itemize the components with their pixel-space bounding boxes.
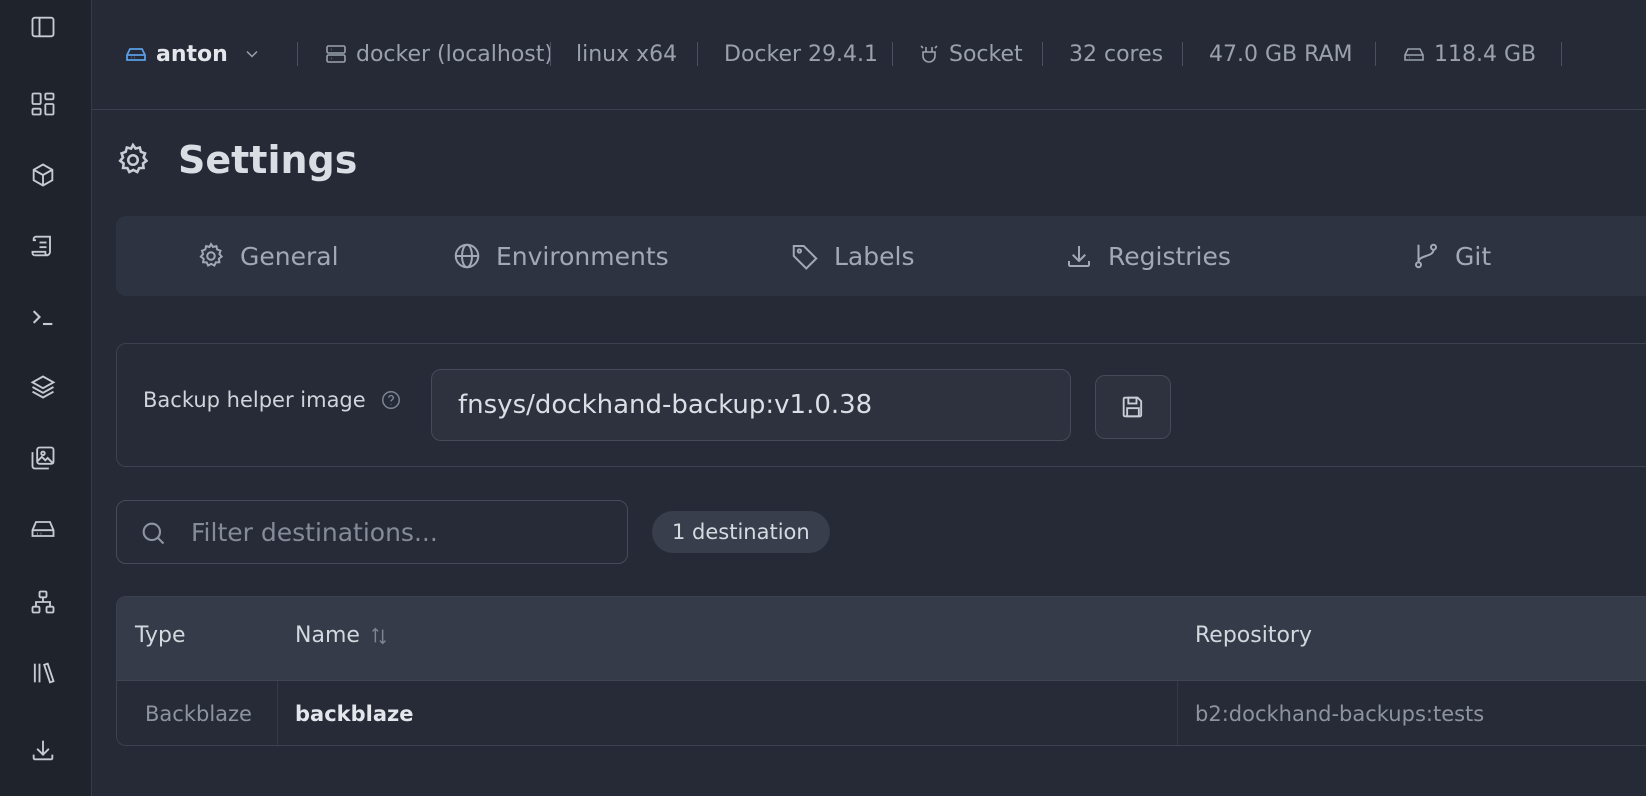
divider: [1375, 42, 1376, 66]
page-title: Settings: [178, 138, 358, 182]
drive-icon: [126, 48, 146, 61]
destination-count-badge: 1 destination: [652, 511, 830, 553]
socket-icon: [920, 45, 938, 63]
tab-environments[interactable]: Environments: [452, 234, 669, 278]
sort-icon[interactable]: [368, 625, 390, 647]
platform-info: linux x64: [576, 36, 677, 72]
cores-info: 32 cores: [1069, 36, 1163, 72]
layers-icon[interactable]: [26, 370, 60, 404]
column-header-label: Repository: [1195, 623, 1312, 648]
tab-label: Environments: [496, 241, 669, 271]
ram-label: 47.0 GB RAM: [1209, 41, 1353, 67]
tab-labels[interactable]: Labels: [790, 234, 914, 278]
save-icon: [1122, 396, 1143, 418]
docker-version-info: Docker 29.4.1: [724, 36, 878, 72]
divider: [297, 42, 298, 66]
tab-git[interactable]: Git: [1411, 234, 1491, 278]
column-header-repository[interactable]: Repository: [1195, 623, 1312, 648]
gear-icon: [118, 142, 149, 174]
host-info: docker (localhost): [324, 36, 553, 72]
top-bar: anton docker (localhost) linux x64 Docke…: [92, 0, 1646, 110]
environment-selector[interactable]: anton: [124, 36, 262, 72]
storage-icon[interactable]: [26, 512, 60, 546]
divider: [550, 42, 551, 66]
search-icon: [142, 522, 165, 545]
settings-tabs: General Environments Labels Registries G…: [116, 216, 1646, 296]
docker-version-label: Docker 29.4.1: [724, 41, 878, 67]
environment-name: anton: [156, 41, 228, 67]
cell-name: backblaze: [295, 702, 414, 726]
cores-label: 32 cores: [1069, 41, 1164, 67]
server-icon: [326, 45, 346, 63]
git-branch-icon: [1415, 243, 1437, 269]
save-button[interactable]: [1095, 375, 1171, 439]
divider: [1042, 42, 1043, 66]
backup-helper-label: Backup helper image: [143, 388, 402, 412]
platform-label: linux x64: [576, 41, 678, 67]
download-icon[interactable]: [26, 733, 60, 767]
network-icon[interactable]: [26, 585, 60, 619]
dashboard-icon[interactable]: [26, 87, 60, 121]
download-icon: [1068, 246, 1090, 267]
container-icon[interactable]: [26, 158, 60, 192]
terminal-icon[interactable]: [26, 300, 60, 334]
sidebar: [0, 0, 92, 796]
disk-info: 118.4 GB: [1402, 36, 1536, 72]
column-header-label: Name: [295, 623, 360, 648]
backup-helper-image-input[interactable]: [431, 369, 1071, 441]
tab-label: General: [240, 241, 339, 271]
filter-destinations: [116, 500, 628, 564]
column-header-label: Type: [135, 623, 186, 648]
filter-destinations-input[interactable]: [189, 501, 609, 563]
connection-label: Socket: [949, 41, 1023, 67]
chevron-down-icon: [246, 50, 258, 58]
cell-divider: [1177, 681, 1178, 745]
column-header-name[interactable]: Name: [295, 623, 390, 648]
tab-registries[interactable]: Registries: [1064, 234, 1231, 278]
divider: [892, 42, 893, 66]
sidebar-toggle-icon[interactable]: [26, 10, 60, 44]
tab-label: Registries: [1108, 241, 1231, 271]
connection-info: Socket: [917, 36, 1023, 72]
host-label: docker (localhost): [356, 41, 553, 67]
cell-divider: [277, 681, 278, 745]
divider: [697, 42, 698, 66]
table-header: Type Name Repository: [117, 597, 1646, 681]
tab-label: Git: [1455, 241, 1492, 271]
disk-icon: [1404, 48, 1424, 61]
help-icon[interactable]: [380, 389, 402, 411]
images-icon[interactable]: [26, 441, 60, 475]
divider: [1182, 42, 1183, 66]
backup-helper-card: Backup helper image: [116, 343, 1646, 467]
cell-type: Backblaze: [145, 702, 252, 726]
divider: [1561, 42, 1562, 66]
stacks-icon[interactable]: [26, 229, 60, 263]
disk-label: 118.4 GB: [1434, 41, 1537, 67]
backup-helper-label-text: Backup helper image: [143, 388, 366, 412]
library-icon[interactable]: [26, 656, 60, 690]
tab-label: Labels: [834, 241, 915, 271]
destinations-table: Type Name Repository Backblaze backblaze…: [116, 596, 1646, 746]
ram-info: 47.0 GB RAM: [1209, 36, 1353, 72]
cell-repository: b2:dockhand-backups:tests: [1195, 702, 1485, 726]
column-header-type[interactable]: Type: [135, 623, 186, 648]
page-header: Settings: [114, 134, 357, 186]
tag-icon: [792, 245, 818, 270]
gear-icon: [199, 242, 224, 267]
globe-icon: [454, 243, 480, 269]
tab-general[interactable]: General: [196, 234, 339, 278]
table-row[interactable]: Backblaze backblaze b2:dockhand-backups:…: [117, 681, 1646, 745]
